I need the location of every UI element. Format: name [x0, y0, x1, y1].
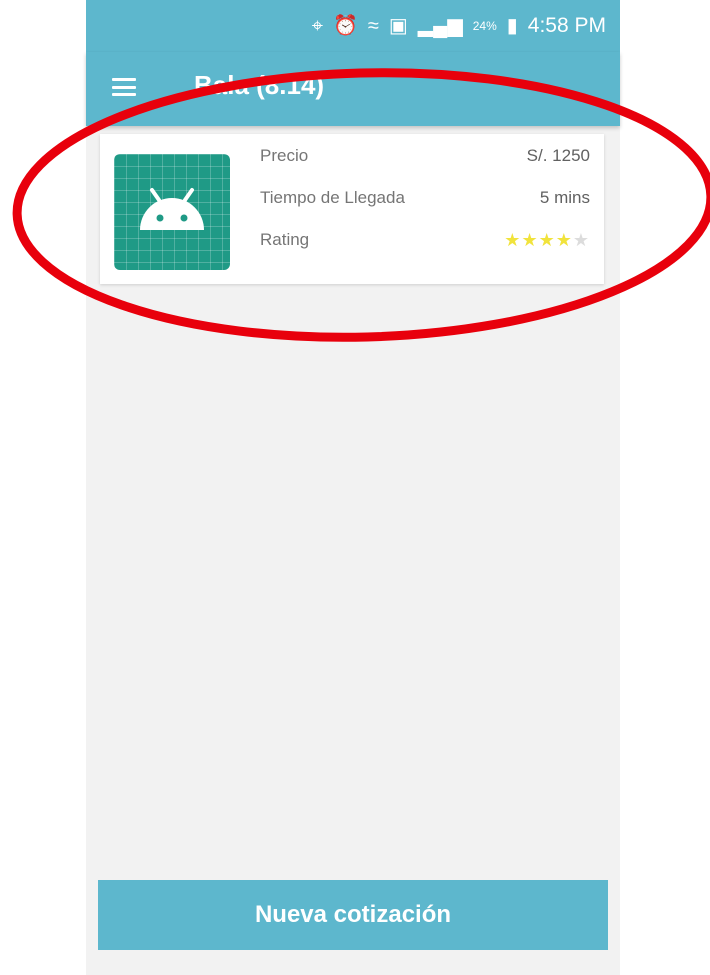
signal-icon: ▂▄▆: [417, 15, 463, 37]
star-empty-icon: ★: [572, 230, 590, 250]
price-value: S/. 1250: [526, 146, 590, 165]
location-icon: ⌖: [311, 15, 323, 37]
phone-screen: ⌖ ⏰ ≈ ▣ ▂▄▆ 24% ▮ 4:58 PM Bala (8.14) Pr…: [86, 0, 620, 975]
star-filled-icon: ★: [538, 230, 556, 250]
sim-icon: ▣: [388, 15, 408, 37]
android-icon: [114, 154, 230, 270]
new-quote-button[interactable]: Nueva cotización: [98, 880, 608, 950]
wifi-icon: ≈: [367, 15, 379, 37]
arrival-value: 5 mins: [539, 188, 590, 207]
star-filled-icon: ★: [521, 230, 539, 250]
rating-label: Rating: [260, 230, 310, 249]
rating-stars: ★★★★★: [504, 230, 590, 251]
alarm-icon: ⏰: [333, 15, 358, 37]
price-label: Precio: [260, 146, 309, 165]
arrival-label: Tiempo de Llegada: [260, 188, 405, 207]
page-title: Bala (8.14): [194, 70, 325, 100]
status-time: 4:58 PM: [527, 14, 606, 37]
app-bar: Bala (8.14): [86, 52, 620, 126]
menu-icon[interactable]: [112, 78, 136, 96]
star-filled-icon: ★: [504, 230, 522, 250]
quote-card[interactable]: Precio S/. 1250 Tiempo de Llegada 5 mins…: [100, 134, 604, 284]
star-filled-icon: ★: [555, 230, 573, 250]
battery-percent: 24%: [472, 19, 497, 33]
status-bar: ⌖ ⏰ ≈ ▣ ▂▄▆ 24% ▮ 4:58 PM: [86, 0, 620, 52]
battery-icon: ▮: [506, 15, 518, 37]
